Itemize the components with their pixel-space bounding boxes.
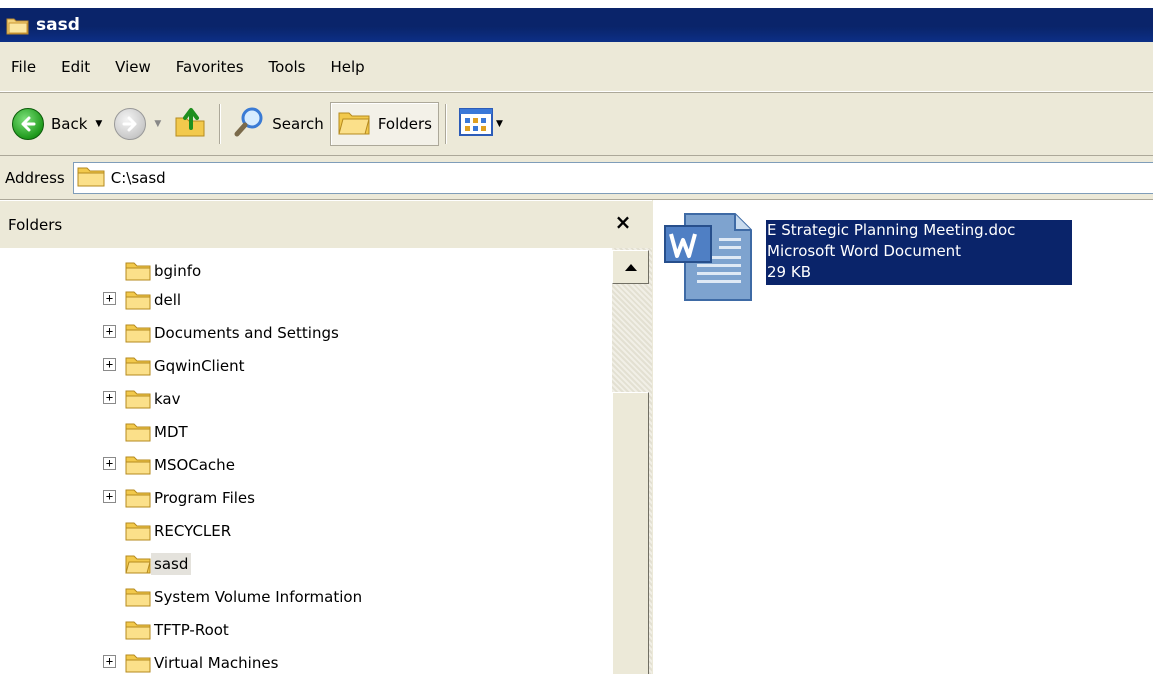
tree-item-label: MDT [154, 422, 188, 441]
up-folder-button[interactable] [167, 102, 213, 146]
scroll-up-button[interactable] [612, 250, 649, 284]
folders-pane-header: Folders × [0, 200, 652, 248]
close-icon[interactable]: × [612, 210, 634, 234]
folders-icon [337, 107, 371, 141]
forward-arrow-icon [114, 108, 147, 140]
folder-icon [125, 489, 151, 507]
address-field[interactable]: C:\sasd [72, 161, 1153, 194]
file-item[interactable] [663, 212, 755, 306]
folder-icon [125, 262, 151, 280]
toolbar: Back ▼ ▼ Search Folders ▼ [0, 92, 1153, 156]
folder-tree: bginfo + dell + Documents and Settings +… [0, 248, 612, 674]
address-bar: Address C:\sasd [0, 156, 1153, 200]
expand-icon[interactable]: + [103, 358, 116, 371]
views-icon [458, 108, 493, 140]
tree-item-label: GqwinClient [154, 356, 245, 375]
word-document-icon [663, 212, 755, 306]
expand-icon[interactable]: + [103, 457, 116, 470]
forward-button[interactable]: ▼ [108, 102, 167, 146]
forward-dropdown-icon[interactable]: ▼ [154, 119, 161, 129]
folders-button[interactable]: Folders [329, 102, 439, 146]
tree-item-tftp-root[interactable]: TFTP-Root [125, 613, 232, 646]
toolbar-separator [219, 104, 222, 144]
folder-icon [6, 15, 30, 35]
folder-icon [125, 390, 151, 408]
expand-icon[interactable]: + [103, 490, 116, 503]
tree-item-recycler[interactable]: RECYCLER [125, 514, 234, 547]
file-type: Microsoft Word Document [767, 242, 962, 260]
toolbar-separator [444, 104, 447, 144]
expand-icon[interactable]: + [103, 655, 116, 668]
folder-open-icon [125, 555, 151, 573]
expand-icon[interactable]: + [103, 292, 116, 305]
tree-item-label: sasd [151, 552, 192, 575]
views-button[interactable]: ▼ [453, 102, 509, 146]
tree-item-mdt[interactable]: MDT [125, 415, 191, 448]
menu-tools[interactable]: Tools [269, 58, 306, 76]
folders-pane: Folders × bginfo + dell + Documents and … [0, 200, 652, 674]
tree-item-label: RECYCLER [154, 521, 232, 540]
scrollbar-thumb[interactable] [612, 392, 649, 674]
folder-icon [77, 165, 105, 191]
folder-icon [125, 588, 151, 606]
tree-item-sasd[interactable]: sasd [125, 547, 192, 580]
folder-icon [125, 654, 151, 672]
tree-item-program-files[interactable]: Program Files [125, 481, 258, 514]
up-folder-icon [173, 106, 207, 142]
folder-icon [125, 423, 151, 441]
menu-edit[interactable]: Edit [61, 58, 90, 76]
window-title: sasd [36, 15, 80, 35]
file-item-details[interactable]: E Strategic Planning Meeting.doc Microso… [766, 220, 1072, 285]
folder-icon [125, 456, 151, 474]
tree-item-virtual-machines[interactable]: Virtual Machines [125, 646, 281, 674]
tree-item-label: bginfo [154, 261, 202, 280]
menu-view[interactable]: View [115, 58, 151, 76]
back-label: Back [51, 115, 88, 133]
folder-icon [125, 522, 151, 540]
tree-item-system-volume-information[interactable]: System Volume Information [125, 580, 365, 613]
search-label: Search [272, 115, 324, 133]
tree-item-msocache[interactable]: MSOCache [125, 448, 238, 481]
file-list-pane: E Strategic Planning Meeting.doc Microso… [653, 200, 1153, 674]
up-arrow-icon [624, 264, 637, 271]
menu-help[interactable]: Help [331, 58, 365, 76]
tree-item-label: Virtual Machines [154, 653, 279, 672]
back-dropdown-icon[interactable]: ▼ [95, 119, 102, 129]
tree-item-kav[interactable]: kav [125, 382, 184, 415]
tree-item-label: Program Files [154, 488, 255, 507]
expand-icon[interactable]: + [103, 325, 116, 338]
folder-icon [125, 324, 151, 342]
tree-item-label: System Volume Information [154, 587, 363, 606]
back-button[interactable]: Back ▼ [6, 102, 108, 146]
expand-icon[interactable]: + [103, 391, 116, 404]
tree-item-label: TFTP-Root [154, 620, 229, 639]
views-dropdown-icon[interactable]: ▼ [496, 119, 503, 129]
back-arrow-icon [12, 108, 44, 140]
folder-icon [125, 291, 151, 309]
tree-item-label: MSOCache [154, 455, 235, 474]
tree-item-label: dell [154, 290, 182, 309]
menu-bar: File Edit View Favorites Tools Help [0, 42, 1153, 92]
tree-item-gqwinclient[interactable]: GqwinClient [125, 349, 248, 382]
folders-pane-title: Folders [8, 215, 63, 234]
menu-favorites[interactable]: Favorites [176, 58, 244, 76]
file-size: 29 KB [767, 263, 811, 281]
file-name: E Strategic Planning Meeting.doc [767, 221, 1016, 239]
folders-label: Folders [377, 115, 432, 133]
menu-file[interactable]: File [11, 58, 36, 76]
tree-item-label: Documents and Settings [154, 323, 339, 342]
title-bar: sasd [0, 0, 1153, 42]
search-icon [233, 106, 265, 142]
tree-item-dell[interactable]: dell [125, 283, 184, 316]
tree-item-documents-and-settings[interactable]: Documents and Settings [125, 316, 342, 349]
address-value: C:\sasd [110, 168, 166, 187]
search-button[interactable]: Search [227, 102, 330, 146]
folder-icon [125, 357, 151, 375]
folder-icon [125, 621, 151, 639]
tree-item-label: kav [154, 389, 181, 408]
address-label: Address [5, 168, 65, 187]
